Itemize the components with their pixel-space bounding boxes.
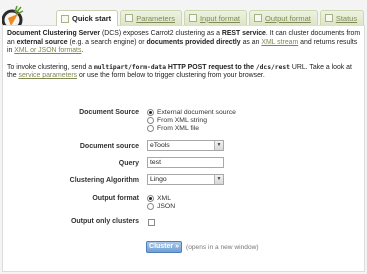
output-only-clusters-label: Output only clusters xyxy=(70,218,139,225)
xml-json-formats-link[interactable]: XML or JSON formats xyxy=(14,47,81,54)
xml-stream-link[interactable]: XML stream xyxy=(261,39,298,46)
source-option-external[interactable]: External document source xyxy=(147,109,236,116)
document-source-select[interactable]: eTools ▼ xyxy=(147,140,224,151)
radio-label: XML xyxy=(157,195,171,202)
documents-directly-text: documents provided directly xyxy=(146,38,241,46)
info-icon xyxy=(324,14,333,22)
submit-hint: (opens in a new window) xyxy=(186,244,259,251)
document-source-select-label: Document source xyxy=(79,143,139,150)
dcs-name: Document Clustering Server xyxy=(7,30,101,37)
home-icon xyxy=(61,14,69,23)
select-value: eTools xyxy=(150,142,170,149)
clustering-algorithm-select[interactable]: Lingo ▼ xyxy=(147,174,224,185)
intro-text-part: or use the form below to trigger cluster… xyxy=(77,72,265,80)
source-option-xml-string[interactable]: From XML string xyxy=(147,117,207,124)
intro-text-part: as an xyxy=(240,38,262,46)
rest-url-code: /dcs/rest xyxy=(255,63,290,71)
service-parameters-link[interactable]: service parameters xyxy=(19,72,78,79)
query-input[interactable]: test xyxy=(147,157,224,168)
document-icon xyxy=(253,14,262,22)
chevron-down-icon[interactable]: ▼ xyxy=(214,175,223,184)
intro-paragraph-2: To invoke clustering, send a multipart/f… xyxy=(7,64,361,81)
cluster-button[interactable]: Cluster » xyxy=(146,241,182,253)
output-only-clusters-checkbox[interactable] xyxy=(148,219,155,226)
radio-label: From XML string xyxy=(157,117,207,124)
document-source-label: Document Source xyxy=(79,109,139,116)
output-option-xml[interactable]: XML xyxy=(147,195,171,202)
tab-quick-start[interactable]: Quick start xyxy=(56,10,119,26)
intro-text: Document Clustering Server (DCS) exposes… xyxy=(7,30,361,89)
tab-status[interactable]: Status xyxy=(319,10,365,25)
clustering-algorithm-label: Clustering Algorithm xyxy=(69,177,139,184)
tab-parameters[interactable]: Parameters xyxy=(120,10,182,25)
radio-label: External document source xyxy=(157,109,236,116)
radio-button[interactable] xyxy=(147,125,154,132)
output-option-json[interactable]: JSON xyxy=(147,203,175,210)
select-value: Lingo xyxy=(150,176,167,183)
intro-text-part: (e.g. a search engine) or xyxy=(67,38,147,46)
intro-paragraph-1: Document Clustering Server (DCS) exposes… xyxy=(7,30,361,56)
output-format-label: Output format xyxy=(92,195,139,202)
rest-service-text: REST service xyxy=(221,30,266,37)
radio-button[interactable] xyxy=(147,109,154,116)
radio-button[interactable] xyxy=(147,195,154,202)
external-source-text: external source xyxy=(16,38,68,46)
radio-button[interactable] xyxy=(147,203,154,210)
tab-output-format[interactable]: Output format xyxy=(248,10,318,25)
radio-label: From XML file xyxy=(157,125,200,132)
multipart-code: multipart/form-data xyxy=(93,63,166,71)
document-icon xyxy=(188,14,197,22)
parameters-icon xyxy=(125,14,134,22)
http-post-text: HTTP POST request to the xyxy=(165,63,256,71)
tab-bar: Quick start Parameters Input format Outp… xyxy=(56,10,366,26)
intro-text-part: . xyxy=(81,47,84,55)
query-label: Query xyxy=(118,160,139,167)
quick-start-panel: Document Clustering Server (DCS) exposes… xyxy=(2,25,365,272)
tab-input-format[interactable]: Input format xyxy=(183,10,247,25)
radio-label: JSON xyxy=(157,203,176,210)
intro-text-part: To invoke clustering, send a xyxy=(7,63,94,71)
source-option-xml-file[interactable]: From XML file xyxy=(147,125,199,132)
radio-button[interactable] xyxy=(147,117,154,124)
chevron-down-icon[interactable]: ▼ xyxy=(214,141,223,150)
intro-text-part: (DCS) exposes Carrot2 clustering as a xyxy=(100,30,222,37)
